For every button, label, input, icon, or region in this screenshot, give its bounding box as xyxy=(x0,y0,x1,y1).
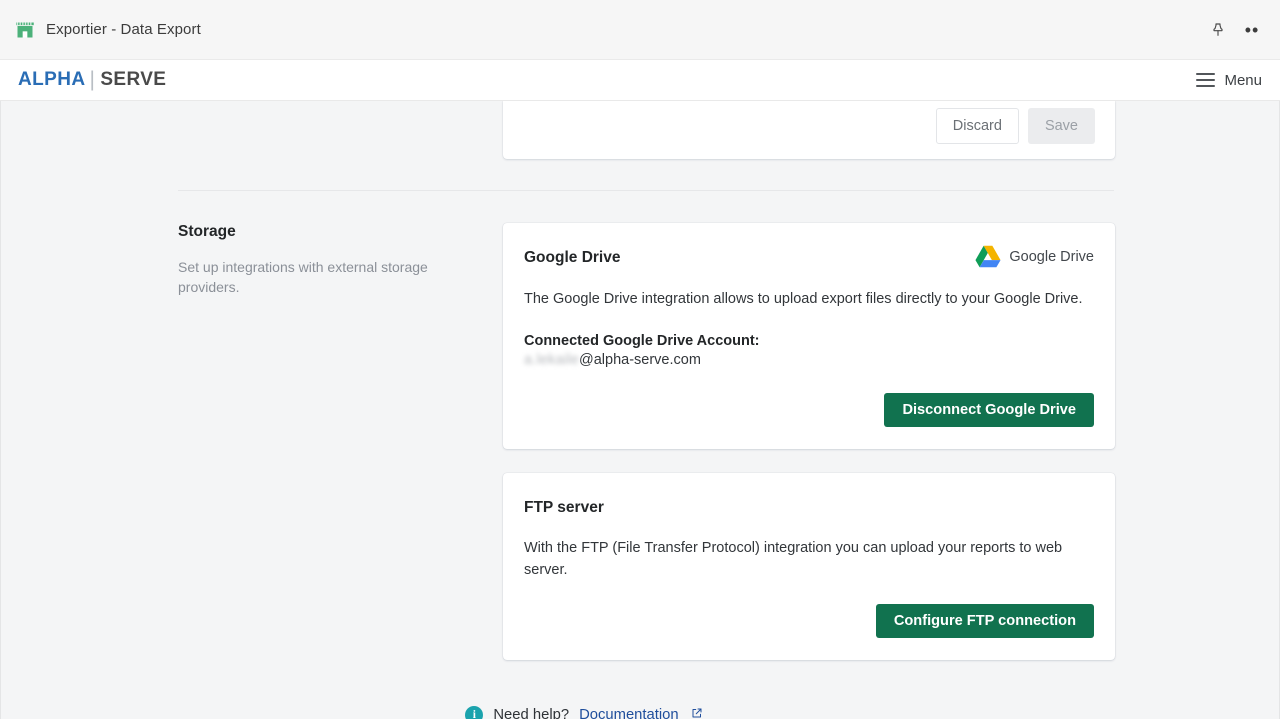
ftp-card-footer: Configure FTP connection xyxy=(524,604,1094,639)
storage-cards: Google Drive Google Drive The Google Dri… xyxy=(503,223,1115,661)
title-bar-right-group: •• xyxy=(1208,20,1266,40)
hamburger-icon xyxy=(1196,73,1216,87)
storage-title: Storage xyxy=(178,223,236,240)
google-drive-icon xyxy=(975,245,1001,268)
ftp-card-header: FTP server xyxy=(524,495,1094,517)
google-drive-brand: Google Drive xyxy=(975,245,1094,268)
info-icon: i xyxy=(465,706,484,719)
menu-button-label: Menu xyxy=(1224,71,1262,89)
redacted-username: a.lekaile xyxy=(524,351,579,368)
settings-scroll-region[interactable]: Discard Save Storage Set up integrations… xyxy=(0,101,1280,719)
previous-section-card: Discard Save xyxy=(503,101,1115,159)
account-domain: @alpha-serve.com xyxy=(579,351,701,368)
help-footer-inner: i Need help? Documentation xyxy=(465,706,702,719)
storage-section: Storage Set up integrations with externa… xyxy=(1,223,1279,661)
google-drive-card-footer: Disconnect Google Drive xyxy=(524,392,1094,427)
google-drive-card-header: Google Drive Google Drive xyxy=(524,245,1094,268)
discard-button[interactable]: Discard xyxy=(935,108,1019,144)
brand-serve-text: SERVE xyxy=(100,69,167,90)
connected-account-value: a.lekaile @alpha-serve.com xyxy=(524,352,1094,368)
ellipsis-icon[interactable]: •• xyxy=(1242,20,1262,40)
documentation-link[interactable]: Documentation xyxy=(579,707,679,719)
ftp-description: With the FTP (File Transfer Protocol) in… xyxy=(524,539,1063,578)
help-text: Need help? xyxy=(493,707,570,719)
menu-button[interactable]: Menu xyxy=(1196,72,1262,89)
app-title: Exportier - Data Export xyxy=(46,21,201,38)
ftp-title: FTP server xyxy=(524,498,604,516)
storage-section-label: Storage Set up integrations with externa… xyxy=(178,223,503,660)
disconnect-google-drive-button[interactable]: Disconnect Google Drive xyxy=(884,392,1094,427)
pin-icon[interactable] xyxy=(1208,20,1228,40)
google-drive-card: Google Drive Google Drive The Google Dri… xyxy=(503,223,1115,449)
settings-content: Discard Save Storage Set up integrations… xyxy=(1,101,1279,719)
storage-description: Set up integrations with external storag… xyxy=(178,259,428,296)
connected-account-label: Connected Google Drive Account: xyxy=(524,332,760,349)
store-icon xyxy=(14,19,36,41)
title-bar-left-group: Exportier - Data Export xyxy=(14,19,201,41)
help-footer: i Need help? Documentation xyxy=(1,706,1279,719)
brand-separator: | xyxy=(89,67,96,91)
card-action-group: Discard Save xyxy=(935,108,1095,144)
google-drive-logo-text: Google Drive xyxy=(1009,248,1094,265)
configure-ftp-connection-button[interactable]: Configure FTP connection xyxy=(875,604,1094,639)
google-drive-title: Google Drive xyxy=(524,249,621,266)
external-link-icon[interactable] xyxy=(691,706,703,719)
browser-title-bar: Exportier - Data Export •• xyxy=(0,0,1280,60)
section-divider xyxy=(178,190,1114,191)
ftp-server-card: FTP server With the FTP (File Transfer P… xyxy=(503,472,1115,661)
save-button[interactable]: Save xyxy=(1027,108,1095,144)
google-drive-description: The Google Drive integration allows to u… xyxy=(524,291,1083,307)
product-header-bar: ALPHA | SERVE Menu xyxy=(0,60,1280,101)
brand-logo[interactable]: ALPHA | SERVE xyxy=(18,69,166,91)
brand-alpha-text: ALPHA xyxy=(18,69,86,90)
